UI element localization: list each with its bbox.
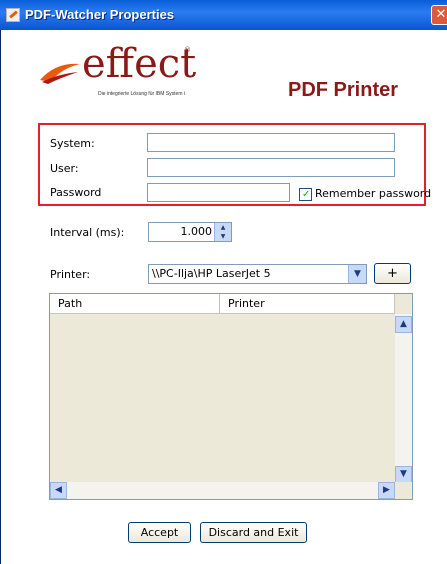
discard-and-exit-button[interactable]: Discard and Exit (200, 522, 307, 543)
interval-value[interactable]: 1.000 (181, 225, 213, 238)
pdf-app-icon (6, 8, 20, 22)
scroll-down-icon[interactable]: ▼ (395, 466, 412, 483)
password-input[interactable] (147, 183, 290, 202)
close-button[interactable]: ✕ (431, 5, 447, 25)
logo-wordmark: effect (82, 41, 197, 87)
remember-password-label[interactable]: Remember password (315, 187, 431, 200)
system-input[interactable] (147, 133, 395, 152)
scroll-up-icon[interactable]: ▲ (395, 316, 412, 333)
window-title: PDF-Watcher Properties (25, 7, 175, 22)
scroll-left-icon[interactable]: ◀ (50, 482, 67, 499)
logo-registered-mark: ® (184, 46, 191, 54)
vertical-scrollbar[interactable]: ▲ ▼ (395, 314, 412, 483)
column-header-path[interactable]: Path (50, 294, 220, 314)
scroll-right-icon[interactable]: ▶ (378, 482, 395, 499)
path-printer-table[interactable]: Path Printer ▲ ▼ ◀ ▶ (49, 293, 413, 500)
spin-down-icon[interactable]: ▼ (215, 232, 231, 241)
printer-select[interactable]: \\PC-Ilja\HP LaserJet 5 ▼ (148, 264, 367, 284)
checkmark-icon: ✓ (302, 189, 311, 200)
interval-spinner[interactable]: 1.000 ▲ ▼ (148, 222, 232, 242)
chevron-down-icon[interactable]: ▼ (348, 265, 366, 283)
product-title: PDF Printer (288, 79, 399, 101)
user-input[interactable] (147, 158, 395, 177)
horizontal-scrollbar[interactable]: ◀ ▶ (50, 482, 395, 499)
system-label: System: (50, 137, 95, 150)
logo-swoosh-icon (40, 63, 80, 84)
logo-tagline: Die integrierte Lösung für IBM System i (98, 91, 185, 97)
spin-up-icon[interactable]: ▲ (215, 223, 231, 232)
user-label: User: (50, 162, 79, 175)
accept-button[interactable]: Accept (128, 522, 191, 543)
printer-label: Printer: (50, 268, 91, 281)
column-header-printer[interactable]: Printer (220, 294, 395, 314)
scroll-corner (395, 482, 412, 499)
effect-logo: effect ® Die integrierte Lösung für IBM … (38, 42, 228, 108)
spinner-buttons[interactable]: ▲ ▼ (214, 223, 231, 241)
interval-label: Interval (ms): (50, 226, 125, 239)
remember-password-checkbox[interactable]: ✓ (299, 188, 312, 201)
printer-selected-value[interactable]: \\PC-Ilja\HP LaserJet 5 (152, 267, 271, 280)
add-printer-button[interactable]: + (374, 263, 411, 284)
password-label: Password (50, 186, 102, 199)
title-bar[interactable]: PDF-Watcher Properties ✕ (0, 0, 447, 30)
